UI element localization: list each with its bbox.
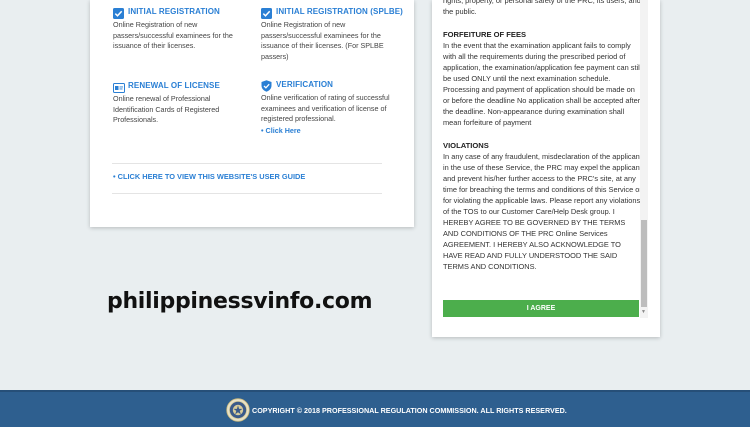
prc-seal-icon bbox=[226, 398, 250, 422]
verification-desc: Online verification of rating of success… bbox=[261, 93, 390, 123]
initial-registration-link[interactable]: INITIAL REGISTRATION bbox=[128, 7, 220, 16]
service-renewal[interactable]: RENEWAL OF LICENSE Online renewal of Pro… bbox=[113, 80, 253, 126]
divider bbox=[112, 163, 382, 164]
initial-registration-splbe-desc: Online Registration of new passers/succe… bbox=[261, 20, 384, 61]
user-guide-link[interactable]: • CLICK HERE TO VIEW THIS WEBSITE'S USER… bbox=[113, 172, 305, 181]
verification-link[interactable]: VERIFICATION bbox=[276, 80, 333, 89]
violations-heading: VIOLATIONS bbox=[443, 141, 489, 150]
checkbox-icon bbox=[261, 6, 272, 19]
agree-button[interactable]: I AGREE bbox=[443, 300, 639, 317]
forfeiture-heading: FORFEITURE OF FEES bbox=[443, 30, 527, 39]
renewal-link[interactable]: RENEWAL OF LICENSE bbox=[128, 81, 220, 90]
divider bbox=[112, 193, 382, 194]
id-card-icon bbox=[113, 80, 125, 93]
forfeiture-text: In the event that the examination applic… bbox=[443, 41, 642, 127]
service-initial-registration-splbe[interactable]: INITIAL REGISTRATION (SPLBE) Online Regi… bbox=[261, 6, 403, 62]
service-initial-registration[interactable]: INITIAL REGISTRATION Online Registration… bbox=[113, 6, 253, 52]
scroll-down-arrow-icon[interactable]: ▼ bbox=[641, 309, 646, 315]
renewal-desc: Online renewal of Professional Identific… bbox=[113, 94, 220, 124]
initial-registration-splbe-link[interactable]: INITIAL REGISTRATION (SPLBE) bbox=[276, 7, 403, 16]
checkbox-icon bbox=[113, 6, 124, 19]
violations-text: In any case of any fraudulent, misdeclar… bbox=[443, 152, 642, 271]
terms-scroll-area[interactable]: rights, property, or personal safety of … bbox=[443, 0, 642, 285]
verification-click-here-link[interactable]: • Click Here bbox=[261, 126, 401, 135]
service-verification[interactable]: VERIFICATION Online verification of rati… bbox=[261, 79, 401, 135]
initial-registration-desc: Online Registration of new passers/succe… bbox=[113, 20, 233, 50]
shield-check-icon bbox=[261, 79, 272, 92]
terms-intro-tail: rights, property, or personal safety of … bbox=[443, 0, 641, 16]
footer: COPYRIGHT © 2018 PROFESSIONAL REGULATION… bbox=[0, 390, 750, 427]
terms-scrollbar-thumb[interactable] bbox=[641, 220, 647, 307]
watermark-text: philippinessvinfo.com bbox=[107, 289, 373, 314]
copyright-text: COPYRIGHT © 2018 PROFESSIONAL REGULATION… bbox=[252, 406, 567, 415]
